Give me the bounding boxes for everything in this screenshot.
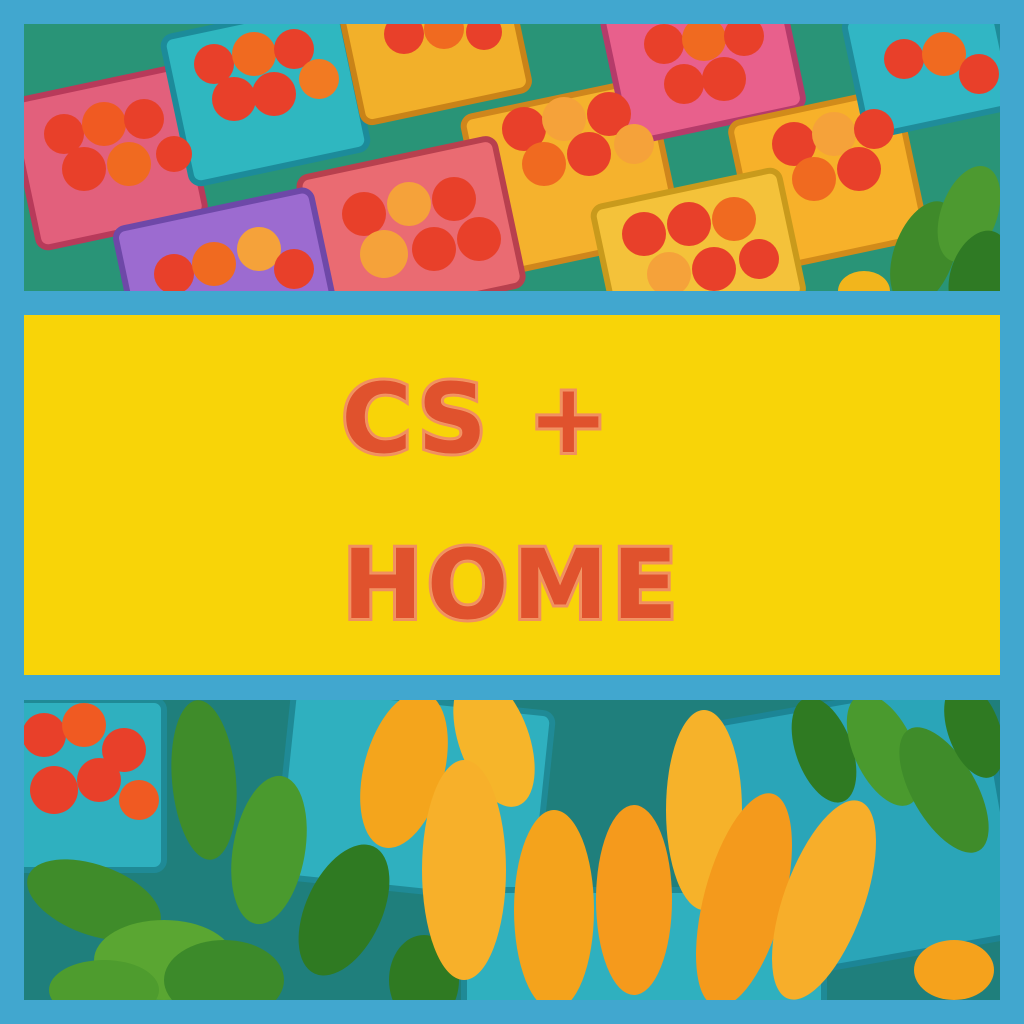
title-line-home: HOME xyxy=(339,526,682,644)
graphic-frame: CS + HOME xyxy=(0,0,1024,1024)
title-banner: CS + HOME xyxy=(24,315,1000,675)
tomato-baskets-illustration xyxy=(24,24,1000,291)
cucumbers-and-squash-illustration xyxy=(24,700,1000,1000)
title-line-cs-plus: CS + xyxy=(338,360,613,478)
